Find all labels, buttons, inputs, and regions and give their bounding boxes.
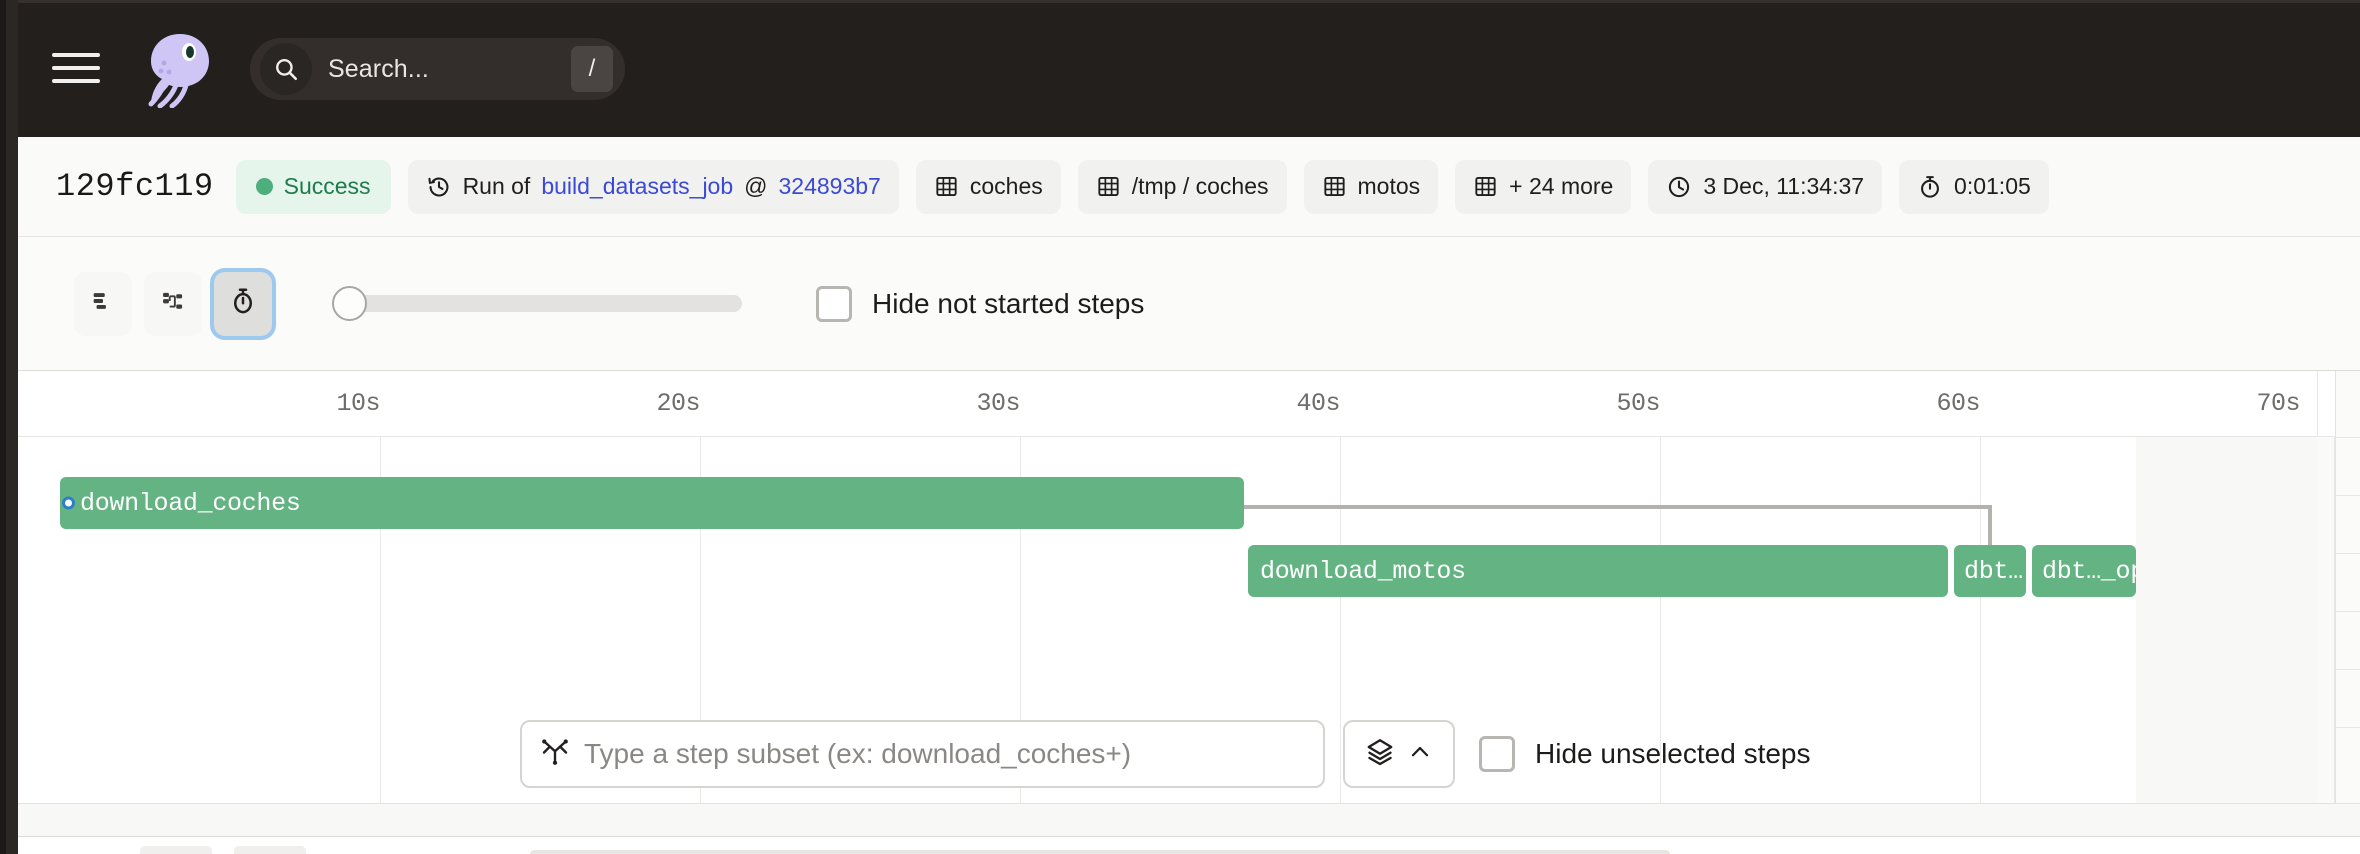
zoom-slider-track xyxy=(350,295,742,312)
asset-chip-label: motos xyxy=(1357,173,1421,199)
bottom-logs-panel xyxy=(18,837,2360,854)
right-panel-divider xyxy=(2336,437,2360,438)
step-subset-placeholder: Type a step subset (ex: download_coches+… xyxy=(584,738,1132,769)
run-of-chip[interactable]: Run of build_datasets_job @ 324893b7 xyxy=(407,159,899,214)
run-duration-chip[interactable]: 0:01:05 xyxy=(1899,159,2049,214)
step-subset-icon xyxy=(540,737,570,772)
right-panel-divider xyxy=(2336,669,2360,670)
bottom-ghost-field[interactable] xyxy=(530,850,1670,854)
bottom-ghost-button[interactable] xyxy=(140,846,212,854)
commit-hash-link[interactable]: 324893b7 xyxy=(779,173,881,200)
stopwatch-icon xyxy=(1917,174,1943,200)
zoom-slider-thumb[interactable] xyxy=(332,286,367,321)
gantt-bar-label: download_coches xyxy=(80,488,301,518)
asset-table-icon xyxy=(1473,174,1498,199)
hamburger-bar xyxy=(52,66,100,70)
search-icon xyxy=(260,43,312,95)
tick-label: 60s xyxy=(1936,389,1980,418)
gantt-bar-download-motos[interactable]: download_motos xyxy=(1248,545,1948,597)
status-badge[interactable]: Success xyxy=(235,159,391,214)
asset-table-icon xyxy=(1322,174,1347,199)
run-duration-label: 0:01:05 xyxy=(1954,173,2031,199)
chevron-up-icon xyxy=(1407,739,1433,770)
asset-chip-tmp-coches[interactable]: /tmp / coches xyxy=(1077,159,1287,214)
run-id[interactable]: 129fc119 xyxy=(56,168,214,205)
dagster-run-gantt-page: Search... / 129fc119 Success Run of buil… xyxy=(0,0,2360,854)
step-start-marker-icon xyxy=(62,496,75,510)
gantt-bottom-divider xyxy=(18,803,2360,837)
gantt-time-ruler: 10s 20s 30s 40s 50s 60s 70s xyxy=(18,371,2335,437)
zoom-slider[interactable] xyxy=(332,284,742,324)
tick-label: 10s xyxy=(336,389,380,418)
search-shortcut-key: / xyxy=(571,46,613,92)
checkbox-box xyxy=(1479,736,1515,772)
right-panel-divider xyxy=(2336,495,2360,496)
asset-chip-label: + 24 more xyxy=(1509,173,1614,199)
hide-not-started-steps-checkbox[interactable]: Hide not started steps xyxy=(816,285,1145,322)
checkbox-box xyxy=(816,285,852,322)
asset-chip-label: /tmp / coches xyxy=(1131,173,1269,199)
step-subset-filter-bar: Type a step subset (ex: download_coches+… xyxy=(520,720,1811,788)
run-of-at: @ xyxy=(744,173,768,199)
hide-not-started-steps-label: Hide not started steps xyxy=(872,287,1145,319)
status-dot-icon xyxy=(255,178,273,195)
hamburger-bar xyxy=(52,53,100,57)
gantt-bar-download-coches[interactable]: download_coches xyxy=(60,477,1244,529)
hamburger-icon[interactable] xyxy=(52,47,100,89)
list-view-icon xyxy=(89,287,117,320)
stopwatch-icon xyxy=(228,286,258,321)
dagster-logo[interactable] xyxy=(142,30,218,109)
hierarchy-view-icon xyxy=(159,287,187,320)
gridline xyxy=(1980,437,1981,803)
gantt-bar-label: download_motos xyxy=(1260,556,1466,586)
hide-unselected-steps-checkbox[interactable]: Hide unselected steps xyxy=(1479,736,1811,772)
tick-label: 20s xyxy=(656,389,700,418)
asset-chip-more[interactable]: + 24 more xyxy=(1455,159,1632,214)
gantt-bar-dbt[interactable]: dbt… xyxy=(1954,545,2026,597)
right-panel-divider xyxy=(2336,727,2360,728)
asset-chip-motos[interactable]: motos xyxy=(1303,159,1439,214)
asset-chip-coches[interactable]: coches xyxy=(915,159,1061,214)
hide-unselected-steps-label: Hide unselected steps xyxy=(1535,738,1811,769)
tick-label: 30s xyxy=(976,389,1020,418)
status-label: Success xyxy=(283,173,371,199)
step-subset-input[interactable]: Type a step subset (ex: download_coches+… xyxy=(520,720,1325,788)
history-clock-icon xyxy=(426,174,452,200)
gantt-connector-horizontal xyxy=(1244,505,1992,509)
left-window-rail xyxy=(0,0,18,854)
left-rail-inner xyxy=(0,0,18,854)
plot-right-shade xyxy=(2136,437,2335,803)
hierarchy-view-button[interactable] xyxy=(144,271,202,336)
search-placeholder: Search... xyxy=(328,54,429,83)
gantt-toolbar: Hide not started steps xyxy=(18,237,2360,371)
tick-label: 70s xyxy=(2256,389,2300,418)
hamburger-bar xyxy=(52,79,100,83)
right-panel-divider xyxy=(2336,553,2360,554)
gantt-bar-label: dbt…_op xyxy=(2042,556,2136,586)
tick-label: 50s xyxy=(1616,389,1660,418)
asset-table-icon xyxy=(934,174,959,199)
gantt-bar-label: dbt… xyxy=(1964,556,2023,586)
run-of-prefix: Run of xyxy=(462,173,531,199)
job-name-link[interactable]: build_datasets_job xyxy=(541,173,733,200)
layers-icon xyxy=(1365,737,1395,772)
layers-button[interactable] xyxy=(1343,720,1455,788)
flat-list-view-button[interactable] xyxy=(74,271,132,336)
run-timestamp-chip[interactable]: 3 Dec, 11:34:37 xyxy=(1648,159,1883,214)
right-side-panel[interactable] xyxy=(2335,371,2360,803)
timing-view-button[interactable] xyxy=(214,271,272,336)
right-panel-divider xyxy=(2336,611,2360,612)
run-header-bar: 129fc119 Success Run of build_datasets_j… xyxy=(18,137,2360,237)
gantt-plot-right-gutter xyxy=(2317,437,2335,803)
asset-chip-label: coches xyxy=(969,173,1043,199)
gantt-bar-dbt-op[interactable]: dbt…_op xyxy=(2032,545,2136,597)
clock-icon xyxy=(1666,174,1692,200)
top-navigation-bar: Search... / xyxy=(18,0,2360,137)
bottom-ghost-button[interactable] xyxy=(234,846,306,854)
run-timestamp-label: 3 Dec, 11:34:37 xyxy=(1703,173,1865,199)
tick-label: 40s xyxy=(1296,389,1340,418)
asset-table-icon xyxy=(1096,174,1121,199)
search-input[interactable]: Search... / xyxy=(250,38,625,100)
